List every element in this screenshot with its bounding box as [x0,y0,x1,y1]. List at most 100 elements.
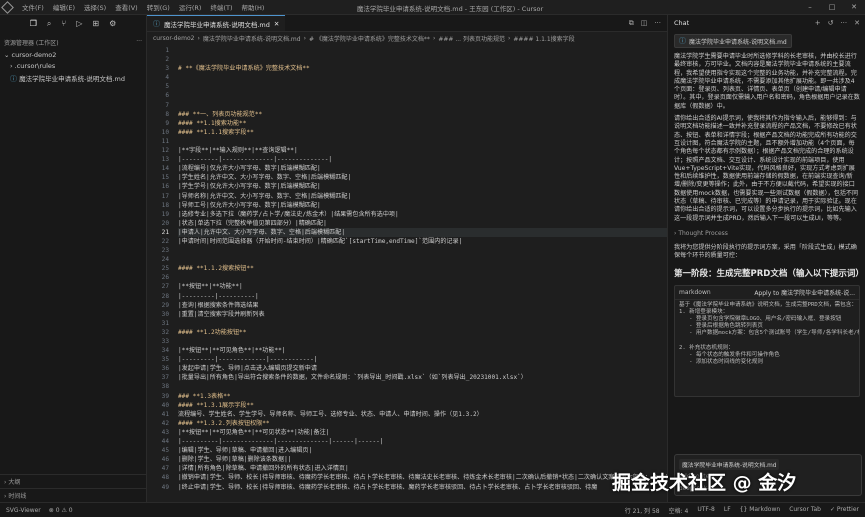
breadcrumb-item[interactable]: 魔法学院毕业申请系统-说明文档.md [203,34,301,43]
menu-run[interactable]: 运行(R) [179,2,202,12]
code-line[interactable]: 29 |查询|根据搜索条件筛选结果 [147,301,667,310]
code-line[interactable]: 31 [147,319,667,328]
extensions-icon[interactable]: ⊞ [92,19,99,29]
status-language[interactable]: {} Markdown [740,506,781,515]
menu-view[interactable]: 查看(V) [115,2,138,12]
thought-process-toggle[interactable]: › Thought Process [668,225,865,242]
search-icon[interactable]: ⌕ [47,19,51,29]
status-eol[interactable]: LF [724,506,731,515]
menu-help[interactable]: 帮助(H) [241,2,264,12]
code-line[interactable]: 49 |终止申请|学生、导师、校长|待导师审核、待魔药学长老审核、待占卜学长老审核… [147,483,667,492]
code-line[interactable]: 47 |详情|所有角色|除草稿、申请撤回外的所有状态|进入详情页| [147,464,667,473]
preview-icon[interactable]: ⧉ [629,19,634,28]
status-encoding[interactable]: UTF-8 [697,506,715,515]
maximize-icon[interactable]: □ [821,0,843,14]
code-line[interactable]: 48 |撤销申请|学生、导师、校长|待导师审核、待魔药学长老审核、待占卜学长老审核… [147,473,667,482]
status-svg-viewer[interactable]: SVG-Viewer [6,507,41,514]
close-icon[interactable]: ✕ [854,19,860,27]
status-cursor-tab[interactable]: Cursor Tab [789,506,821,515]
code-line[interactable]: 24 [147,255,667,264]
code-line[interactable]: 22 |申请时间|时间范围选择器（开始时间-结束时间）|精确匹配`[startTi… [147,237,667,246]
apply-button[interactable]: Apply to 魔法学院毕业申请系统-说... [754,288,855,297]
new-chat-icon[interactable]: + [815,19,821,27]
menu-file[interactable]: 文件(F) [22,2,44,12]
code-line[interactable]: 11 [147,137,667,146]
menu-go[interactable]: 转到(G) [147,2,170,12]
more-actions-icon[interactable]: ··· [654,19,661,28]
outline-panel[interactable]: › 大纲 [0,474,146,488]
code-line[interactable]: 8 ### **一、列表页功能规范** [147,110,667,119]
code-line[interactable]: 21 |申请人|允许中文、大小写字母、数字、空格|后端模糊匹配| [147,227,667,237]
code-line[interactable]: 36 |发起申请|学生、导师|点击进入编辑页提交新申请 [147,364,667,373]
tree-folder-root[interactable]: ⌄ cursor-demo2 [0,49,146,60]
breadcrumb-item[interactable]: cursor-demo2 [153,35,194,42]
code-line[interactable]: 41 流程编号、学生姓名、学生学号、导师名称、导师工号、选修专业、状态、申请人、申… [147,410,667,419]
code-line[interactable]: 3 # **《魔法学院毕业申请系统》完整技术文档** [147,64,667,73]
code-line[interactable]: 46 |删除|学生、导师|草稿|删除该条数据|| [147,455,667,464]
tab-close-icon[interactable]: ✕ [274,20,279,28]
explorer-section-header[interactable]: 资源管理器 (工作区) ··· [0,32,146,49]
code-line[interactable]: 23 [147,246,667,255]
context-file-chip[interactable]: ⓘ 魔法学院毕业申请系统-说明文档.md [674,34,792,48]
menu-selection[interactable]: 选择(S) [84,2,106,12]
more-actions-icon[interactable]: ··· [840,19,847,27]
tree-folder-cursor[interactable]: › .cursor\rules [0,60,146,71]
code-line[interactable]: 15 |学生姓名|允许中文、大小写字母、数字、空格|后端模糊匹配| [147,173,667,182]
code-line[interactable]: 35 |---------|-------------|------------| [147,355,667,364]
code-line[interactable]: 30 |重置|清空搜索字段并刷新列表 [147,310,667,319]
status-prettier[interactable]: ✓ Prettier [830,506,859,515]
code-line[interactable]: 42 #### **1.3.2.列表按钮权限** [147,419,667,428]
more-actions-icon[interactable]: ··· [136,38,142,47]
code-line[interactable]: 6 [147,91,667,100]
code-line[interactable]: 16 |学生学号|仅允许大小写字母、数字|后端模糊匹配| [147,182,667,191]
run-debug-icon[interactable]: ▷ [76,19,82,29]
code-line[interactable]: 9 #### **1.1搜索功能** [147,119,667,128]
code-line[interactable]: 39 ### **1.3表格** [147,392,667,401]
minimize-icon[interactable]: – [799,0,821,14]
code-line[interactable]: 40 #### **1.3.1展示字段** [147,401,667,410]
tab-md-file[interactable]: ⓘ 魔法学院毕业申请系统-说明文档.md ✕ [147,15,286,31]
breadcrumb-item[interactable]: #### 1.1.1搜索字段 [513,34,574,43]
code-line[interactable]: 19 |选修专业|多选下拉（魔药学/占卜学/魔法史/炼金术）|结果需包含所有选中项… [147,210,667,219]
code-editor[interactable]: 1 2 3 # **《魔法学院毕业申请系统》完整技术文档** 4 5 6 7 8 ### **一、… [147,46,667,502]
code-line[interactable]: 20 |状态|单选下拉（完整枚举值见第四部分）|精确匹配| [147,219,667,228]
code-line[interactable]: 28 |---------|----------| [147,292,667,301]
code-line[interactable]: 12 |**字段**|**输入规则**|**查询逻辑**| [147,146,667,155]
code-line[interactable]: 43 |**按钮**|**可见角色**|**可见状态**|功能|备注| [147,428,667,437]
history-icon[interactable]: ↺ [828,19,834,27]
breadcrumb-item[interactable]: ### ... 列表页功能规范 [438,34,505,43]
code-line[interactable]: 37 |批量导出|所有角色|导出符合搜索条件的数据，文件命名规则：`列表导出_时间… [147,373,667,382]
code-line[interactable]: 4 [147,73,667,82]
source-control-icon[interactable]: ⑂ [61,19,66,29]
explorer-icon[interactable]: ❐ [30,19,37,29]
tree-file-md[interactable]: ⓘ 魔法学院毕业申请系统-说明文档.md [0,71,146,85]
code-line[interactable]: 44 |----------|--------------|-----------… [147,437,667,446]
split-editor-icon[interactable]: ◫ [641,19,648,28]
code-line[interactable]: 10 #### **1.1.1搜索字段** [147,128,667,137]
code-line[interactable]: 17 |导师名称|允许中文、大小写字母、数字、空格|后端模糊匹配| [147,192,667,201]
status-cursor-position[interactable]: 行 21, 列 58 [625,506,660,515]
menu-edit[interactable]: 编辑(E) [53,2,75,12]
code-line[interactable]: 33 [147,337,667,346]
code-line[interactable]: 14 |流程编号|仅允许大小写字母、数字|后端模糊匹配| [147,164,667,173]
close-icon[interactable]: ✕ [843,0,865,14]
settings-icon[interactable]: ⚙ [109,19,116,29]
status-indentation[interactable]: 空格: 4 [669,506,689,515]
code-line[interactable]: 2 [147,55,667,64]
status-problems[interactable]: ⊗ 0 ⚠ 0 [49,507,73,514]
breadcrumb-item[interactable]: # 《魔法学院毕业申请系统》完整技术文档** [309,34,430,43]
menu-terminal[interactable]: 终端(T) [210,2,232,12]
code-line[interactable]: 7 [147,101,667,110]
code-line[interactable]: 26 [147,273,667,282]
code-line[interactable]: 1 [147,46,667,55]
code-line[interactable]: 34 |**按钮**|**可见角色**|**功能**| [147,346,667,355]
code-line[interactable]: 18 |导师工号|仅允许大小写字母、数字|后端模糊匹配| [147,201,667,210]
code-line[interactable]: 38 [147,382,667,391]
code-line[interactable]: 25 #### **1.1.2搜索按钮** [147,264,667,273]
code-line[interactable]: 32 #### **1.2功能按钮** [147,328,667,337]
code-line[interactable]: 45 |编辑|学生、导师|草稿、申请撤回|进入编辑页| [147,446,667,455]
code-line[interactable]: 13 |----------|--------------|-----------… [147,155,667,164]
code-line[interactable]: 5 [147,82,667,91]
code-line[interactable]: 27 |**按钮**|**功能**| [147,282,667,291]
timeline-panel[interactable]: › 时间线 [0,488,146,502]
